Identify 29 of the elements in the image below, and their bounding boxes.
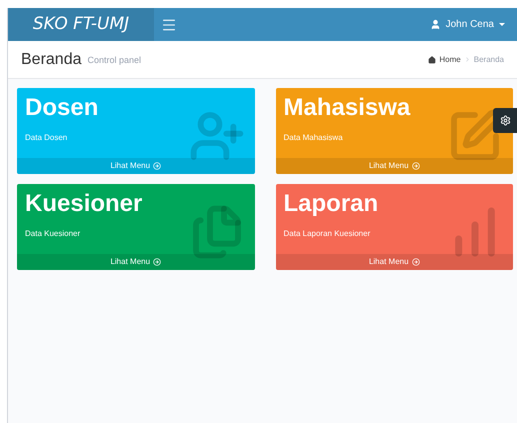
arrow-circle-icon bbox=[412, 258, 420, 266]
card-title: Dosen bbox=[25, 94, 100, 122]
card-footer-link[interactable]: Lihat Menu bbox=[276, 158, 513, 174]
arrow-circle-icon bbox=[153, 162, 162, 170]
card-description: Data Dosen bbox=[25, 132, 68, 144]
card-description: Data Kuesioner bbox=[25, 228, 82, 240]
user-icon bbox=[430, 19, 441, 30]
arrow-circle-icon bbox=[153, 258, 162, 266]
separator-icon bbox=[464, 56, 471, 63]
settings-icon bbox=[500, 115, 510, 126]
page-subtitle: Control panel bbox=[88, 54, 142, 68]
settings-button[interactable] bbox=[493, 108, 517, 133]
breadcrumb-link[interactable]: Home bbox=[439, 54, 461, 66]
card-title: Kuesioner bbox=[25, 190, 144, 218]
card-description: Data Laporan Kuesioner bbox=[284, 228, 372, 240]
card-footer-link[interactable]: Lihat Menu bbox=[17, 254, 254, 270]
card-title: Mahasiswa bbox=[284, 94, 412, 122]
card-footer-link[interactable]: Lihat Menu bbox=[17, 158, 254, 174]
caret-icon bbox=[499, 23, 505, 26]
app-logo[interactable]: SKO FT-UMJ bbox=[8, 8, 154, 41]
page-title: Beranda bbox=[21, 50, 82, 70]
arrow-circle-icon bbox=[412, 162, 420, 170]
card-footer-link[interactable]: Lihat Menu bbox=[276, 254, 513, 270]
home-icon bbox=[428, 56, 436, 64]
card-title: Laporan bbox=[284, 190, 380, 218]
breadcrumb-current: Beranda bbox=[474, 54, 504, 66]
card-description: Data Mahasiswa bbox=[284, 132, 344, 144]
menu-icon bbox=[161, 16, 177, 32]
user-menu[interactable]: John Cena bbox=[430, 8, 517, 41]
